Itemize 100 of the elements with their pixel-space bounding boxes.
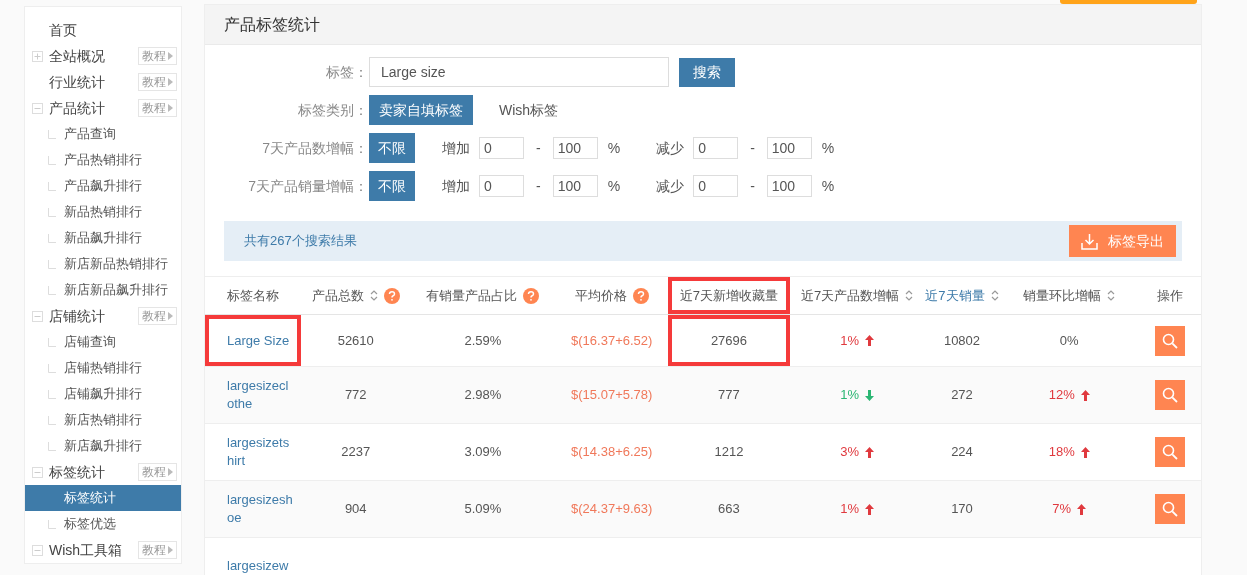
- category-option[interactable]: Wish标签: [489, 95, 569, 125]
- sidebar-item[interactable]: 店铺统计 教程: [25, 303, 181, 329]
- price-cell-text: $(14.38+6.25): [570, 443, 654, 462]
- sidebar-subitem[interactable]: 标签优选: [25, 511, 181, 537]
- search-button[interactable]: [1155, 494, 1186, 524]
- tree-line-icon: [48, 181, 56, 191]
- search-button[interactable]: [1155, 380, 1186, 410]
- sidebar-subitem[interactable]: 新店热销排行: [25, 407, 181, 433]
- max-input[interactable]: 100: [766, 175, 812, 197]
- collapse-icon[interactable]: [32, 102, 43, 114]
- tag-link[interactable]: largesizew: [205, 538, 301, 575]
- sidebar-subitem[interactable]: 产品查询: [25, 121, 181, 147]
- tree-line-icon: [48, 259, 56, 269]
- sidebar-item[interactable]: 首页: [25, 17, 181, 43]
- sidebar-subitem[interactable]: 新店新品热销排行: [25, 251, 181, 277]
- range-dash: -: [536, 138, 541, 158]
- sidebar-subitem[interactable]: 新店飙升排行: [25, 433, 181, 459]
- sidebar-subitem[interactable]: 标签统计: [25, 485, 181, 511]
- range-label: 增加: [442, 176, 470, 196]
- search-icon: [1162, 444, 1179, 460]
- sort-icon[interactable]: [990, 290, 999, 301]
- min-input[interactable]: 0: [479, 175, 524, 197]
- column-header[interactable]: 产品总数: [300, 277, 411, 314]
- tag-input[interactable]: Large size: [369, 57, 669, 87]
- column-header: 标签名称: [225, 286, 280, 305]
- sidebar-subitem[interactable]: 店铺飙升排行: [25, 381, 181, 407]
- tree-line-icon: [48, 519, 56, 529]
- change-value: 0%: [1059, 331, 1079, 350]
- max-input[interactable]: 100: [552, 175, 598, 197]
- table-cell-text: 272: [950, 386, 974, 405]
- help-icon[interactable]: [383, 287, 400, 304]
- tag-link[interactable]: largesizeclothe: [205, 367, 301, 423]
- sort-icon[interactable]: [905, 290, 914, 301]
- table-cell-text: 224: [950, 443, 974, 462]
- tag-link[interactable]: Large Size: [205, 315, 301, 366]
- tree-line-icon: [48, 207, 56, 217]
- table-cell-text: 2.98%: [463, 386, 503, 405]
- sidebar-subitem[interactable]: 产品飙升排行: [25, 173, 181, 199]
- download-icon: [1081, 232, 1098, 250]
- price-cell-text: $(24.37+9.63): [570, 500, 654, 519]
- search-button[interactable]: [1155, 325, 1186, 356]
- table-cell-text: 170: [950, 500, 974, 519]
- table-cell: 27696: [668, 315, 790, 366]
- sidebar-item[interactable]: Wish工具箱 教程: [25, 537, 181, 563]
- tag-link[interactable]: largesizetshirt: [205, 424, 301, 480]
- unlimited-button[interactable]: 不限: [369, 133, 415, 163]
- sidebar-subitem[interactable]: 店铺热销排行: [25, 355, 181, 381]
- field-label: 标签类别：: [297, 100, 368, 120]
- min-input[interactable]: 0: [693, 137, 739, 159]
- column-header: 操作: [1156, 286, 1185, 305]
- table-cell-text: 2237: [340, 443, 372, 462]
- search-button[interactable]: [1155, 437, 1186, 467]
- tag-link[interactable]: largesizeshoe: [205, 481, 301, 537]
- collapse-icon[interactable]: [32, 544, 43, 556]
- table-cell-text: 10802: [942, 331, 982, 350]
- tree-line-icon: [48, 155, 56, 165]
- max-input[interactable]: 100: [766, 137, 812, 159]
- tree-line-icon: [48, 129, 56, 139]
- min-input[interactable]: 0: [693, 175, 739, 197]
- collapse-icon[interactable]: [32, 310, 43, 322]
- result-count: 共有267个搜索结果: [244, 232, 357, 251]
- search-icon: [1162, 387, 1179, 403]
- table-cell-text: 52610: [336, 331, 375, 350]
- tree-line-icon: [48, 285, 56, 295]
- sort-icon[interactable]: [369, 290, 378, 301]
- column-header[interactable]: 近7天产品数增幅: [789, 277, 925, 314]
- table-cell-text: 2.59%: [463, 331, 503, 350]
- field-label: 标签：: [325, 62, 368, 82]
- range-label: 减少: [656, 138, 685, 158]
- search-button[interactable]: 搜索: [679, 57, 735, 87]
- column-header: 平均价格: [555, 277, 669, 314]
- sidebar-item[interactable]: 产品统计 教程: [25, 95, 181, 121]
- collapse-icon[interactable]: [32, 466, 43, 478]
- tree-line-icon: [48, 363, 56, 373]
- field-label: 7天产品销量增幅：: [247, 176, 368, 196]
- unlimited-button[interactable]: 不限: [369, 171, 415, 201]
- help-icon[interactable]: [523, 287, 540, 304]
- category-option[interactable]: 卖家自填标签: [369, 95, 473, 125]
- sidebar-item[interactable]: 行业统计 教程: [25, 69, 181, 95]
- search-icon: [1162, 332, 1179, 349]
- expand-icon[interactable]: [32, 50, 43, 62]
- max-input[interactable]: 100: [552, 137, 598, 159]
- column-header[interactable]: 销量环比增幅: [999, 277, 1140, 314]
- sidebar-subitem[interactable]: 新品飙升排行: [25, 225, 181, 251]
- sidebar-subitem[interactable]: 新品热销排行: [25, 199, 181, 225]
- column-header[interactable]: 近7天销量: [924, 277, 1000, 314]
- panel-title: 产品标签统计: [224, 14, 320, 35]
- min-input[interactable]: 0: [479, 137, 524, 159]
- sidebar-subitem[interactable]: 产品热销排行: [25, 147, 181, 173]
- sort-icon[interactable]: [1107, 290, 1116, 301]
- field-label: 7天产品数增幅：: [261, 138, 368, 158]
- table-cell-text: 5.09%: [463, 500, 503, 519]
- sidebar-subitem[interactable]: 新店新品飙升排行: [25, 277, 181, 303]
- sidebar-subitem[interactable]: 店铺查询: [25, 329, 181, 355]
- help-icon[interactable]: [632, 287, 649, 304]
- change-value: 7%: [1052, 500, 1072, 519]
- sidebar-item[interactable]: 全站概况 教程: [25, 43, 181, 69]
- change-value: 12%: [1048, 386, 1075, 405]
- table-cell-text: 1212: [713, 443, 745, 462]
- sidebar-item[interactable]: 标签统计 教程: [25, 459, 181, 485]
